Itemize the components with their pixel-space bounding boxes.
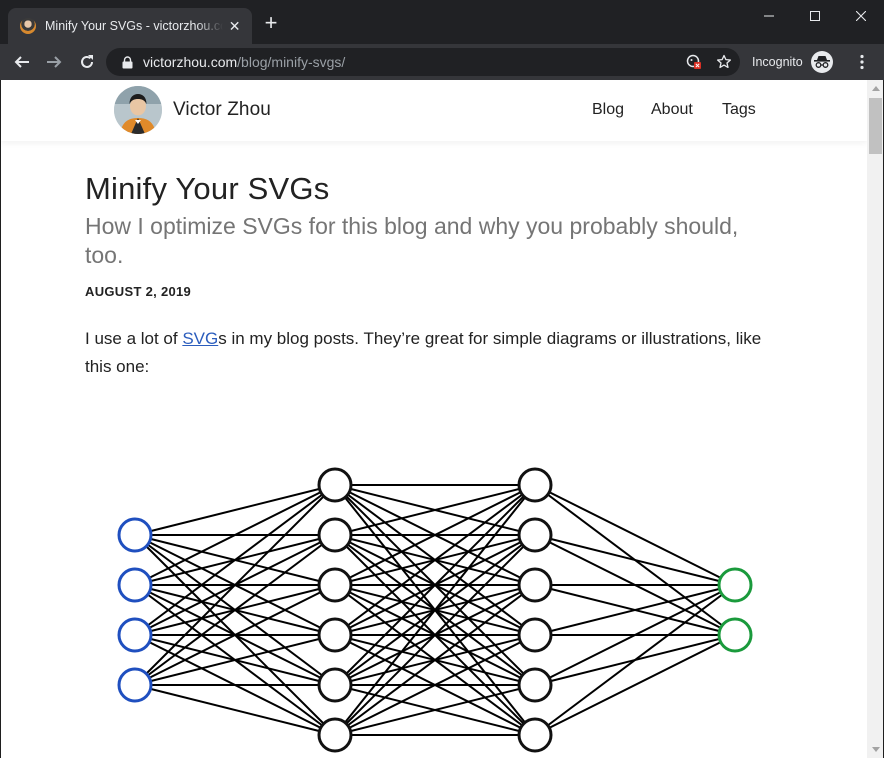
browser-tab[interactable]: Minify Your SVGs - victorzhou.com ✕	[8, 8, 252, 44]
network-neuron	[517, 717, 553, 753]
back-arrow-icon	[14, 56, 29, 68]
page-viewport: Victor Zhou Blog About Tags Minify Your …	[0, 80, 884, 758]
close-window-button[interactable]	[838, 0, 884, 32]
incognito-icon	[810, 51, 833, 73]
post-date: AUGUST 2, 2019	[85, 284, 192, 299]
nav-link-blog[interactable]: Blog	[592, 101, 624, 119]
forward-button[interactable]	[40, 48, 68, 76]
network-neuron	[517, 567, 553, 603]
site-header: Victor Zhou Blog About Tags	[1, 80, 867, 141]
network-neuron	[517, 617, 553, 653]
tab-title: Minify Your SVGs - victorzhou.com	[45, 19, 224, 33]
kebab-menu-icon	[860, 54, 864, 70]
scroll-up-arrow-icon[interactable]	[867, 80, 883, 97]
site-name[interactable]: Victor Zhou	[173, 99, 271, 121]
url-path: /blog/minify-svgs/	[237, 54, 346, 70]
address-bar-actions	[684, 52, 734, 72]
post-paragraph: I use a lot of SVGs in my blog posts. Th…	[85, 325, 775, 381]
nav-link-tags[interactable]: Tags	[722, 101, 756, 119]
forward-arrow-icon	[47, 56, 62, 68]
incognito-label: Incognito	[752, 55, 803, 69]
minimize-button[interactable]	[746, 0, 792, 32]
network-neuron	[317, 567, 353, 603]
reload-button[interactable]	[73, 48, 101, 76]
post-title: Minify Your SVGs	[85, 171, 330, 206]
svg-link[interactable]: SVG	[182, 329, 218, 348]
network-neuron	[117, 517, 153, 553]
minimize-icon	[764, 15, 774, 17]
network-connection	[134, 684, 336, 736]
incognito-indicator[interactable]: Incognito	[752, 50, 833, 74]
network-neuron	[117, 667, 153, 703]
back-button[interactable]	[8, 48, 36, 76]
neural-network-diagram	[117, 467, 753, 753]
post-subtitle: How I optimize SVGs for this blog and wh…	[85, 213, 739, 268]
avatar-favicon-icon	[20, 18, 36, 34]
network-neuron	[317, 717, 353, 753]
author-photo-icon	[114, 86, 162, 134]
vertical-scrollbar[interactable]	[867, 80, 883, 758]
new-tab-button[interactable]: +	[260, 12, 282, 34]
network-connection	[534, 484, 736, 586]
scrollbar-thumb[interactable]	[869, 98, 882, 154]
url-domain: victorzhou.com	[143, 54, 238, 70]
paragraph-text-before: I use a lot of	[85, 329, 183, 348]
network-connection	[134, 484, 336, 636]
address-bar[interactable]: victorzhou.com/blog/minify-svgs/	[106, 48, 740, 76]
bookmark-star-icon[interactable]	[714, 52, 734, 72]
close-icon	[856, 11, 866, 21]
network-neuron	[317, 617, 353, 653]
network-neuron	[317, 667, 353, 703]
network-neuron	[317, 517, 353, 553]
network-neuron	[717, 617, 753, 653]
network-connection	[134, 484, 336, 536]
scroll-down-arrow-icon[interactable]	[867, 741, 883, 758]
network-neuron	[117, 617, 153, 653]
tab-strip: Minify Your SVGs - victorzhou.com ✕ +	[0, 0, 884, 44]
lock-icon[interactable]	[120, 55, 134, 69]
network-neuron	[317, 467, 353, 503]
network-connection	[534, 634, 736, 736]
maximize-button[interactable]	[792, 0, 838, 32]
nav-link-about[interactable]: About	[651, 101, 693, 119]
network-neuron	[517, 667, 553, 703]
network-connection	[534, 584, 736, 736]
browser-menu-button[interactable]	[852, 52, 872, 72]
url-text: victorzhou.com/blog/minify-svgs/	[143, 54, 345, 70]
network-neuron	[717, 567, 753, 603]
network-neuron	[517, 517, 553, 553]
tab-close-icon[interactable]: ✕	[227, 18, 242, 35]
cookie-blocked-icon[interactable]	[684, 52, 704, 72]
network-neuron	[117, 567, 153, 603]
network-connection	[534, 534, 736, 586]
post-content: Minify Your SVGs How I optimize SVGs for…	[85, 170, 785, 381]
reload-icon	[81, 55, 93, 68]
author-avatar[interactable]	[114, 86, 162, 134]
maximize-icon	[810, 11, 820, 21]
browser-toolbar: victorzhou.com/blog/minify-svgs/ Incogni…	[0, 44, 884, 80]
network-neuron	[517, 467, 553, 503]
